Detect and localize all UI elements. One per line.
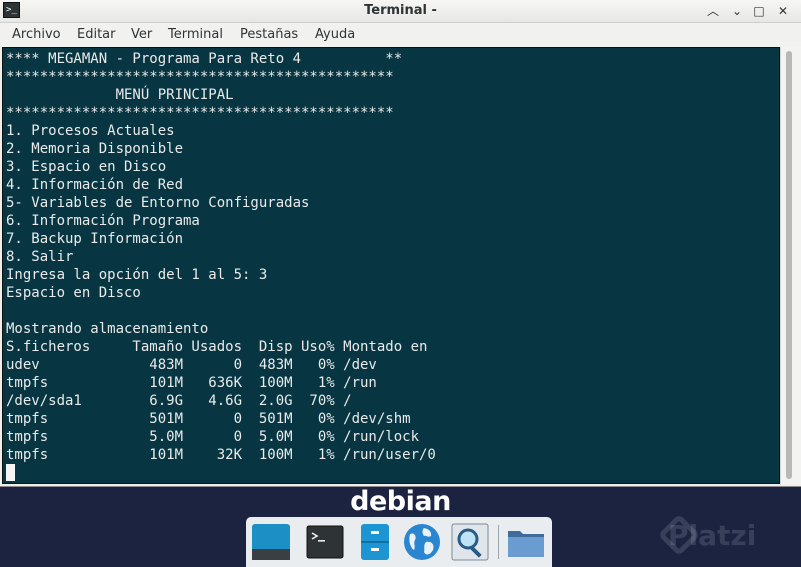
- menu-ver[interactable]: Ver: [131, 27, 152, 42]
- terminal-line: ****************************************…: [6, 105, 394, 121]
- window-title: Terminal -: [364, 3, 437, 18]
- terminal-line: Espacio en Disco: [6, 285, 141, 301]
- terminal-line: tmpfs 101M 32K 100M 1% /run/user/0: [6, 447, 436, 463]
- menu-ayuda[interactable]: Ayuda: [315, 27, 355, 42]
- scrollbar-thumb[interactable]: [786, 51, 792, 479]
- terminal-line: 7. Backup Información: [6, 231, 184, 247]
- menu-terminal[interactable]: Terminal: [168, 27, 223, 42]
- terminal-line: 6. Información Programa: [6, 213, 200, 229]
- terminal-line: 5- Variables de Entorno Configuradas: [6, 195, 310, 211]
- terminal-line: tmpfs 501M 0 501M 0% /dev/shm: [6, 411, 411, 427]
- menu-pestanas[interactable]: Pestañas: [240, 27, 298, 42]
- menu-bar: Archivo Editar Ver Terminal Pestañas Ayu…: [0, 23, 801, 47]
- close-button[interactable]: ✕: [774, 2, 792, 20]
- terminal-line: S.ficheros Tamaño Usados Disp Uso% Monta…: [6, 339, 428, 355]
- terminal-line: Ingresa la opción del 1 al 5: 3: [6, 267, 268, 283]
- terminal-area[interactable]: **** MEGAMAN - Programa Para Reto 4 ** *…: [2, 47, 780, 484]
- terminal-window: >_ Terminal - ︿ ⌄ □ ✕ Archivo Editar Ver…: [0, 0, 801, 487]
- dock-panel: [246, 517, 552, 567]
- vertical-scrollbar[interactable]: [780, 47, 801, 485]
- terminal-line: **** MEGAMAN - Programa Para Reto 4 **: [6, 51, 403, 67]
- show-desktop-icon[interactable]: [251, 522, 291, 562]
- terminal-line: 1. Procesos Actuales: [6, 123, 175, 139]
- terminal-line: 4. Información de Red: [6, 177, 184, 193]
- debian-logo: debian: [350, 486, 451, 517]
- app-finder-icon[interactable]: [450, 522, 490, 562]
- title-bar[interactable]: >_ Terminal - ︿ ⌄ □ ✕: [0, 0, 801, 23]
- web-browser-icon[interactable]: [402, 522, 442, 562]
- terminal-line: tmpfs 5.0M 0 5.0M 0% /run/lock: [6, 429, 420, 445]
- terminal-line: 2. Memoria Disponible: [6, 141, 184, 157]
- text-cursor: [6, 464, 15, 481]
- terminal-line: ****************************************…: [6, 69, 394, 85]
- minimize-button[interactable]: ⌄: [728, 2, 746, 20]
- terminal-icon[interactable]: [305, 522, 345, 562]
- menu-editar[interactable]: Editar: [77, 27, 116, 42]
- terminal-output: **** MEGAMAN - Programa Para Reto 4 ** *…: [6, 50, 436, 464]
- shade-button[interactable]: ︿: [704, 2, 722, 20]
- folder-icon[interactable]: [506, 522, 546, 562]
- maximize-button[interactable]: □: [750, 2, 768, 20]
- terminal-line: Mostrando almacenamiento: [6, 321, 209, 337]
- terminal-line: 8. Salir: [6, 249, 74, 265]
- terminal-line: udev 483M 0 483M 0% /dev: [6, 357, 377, 373]
- terminal-line: /dev/sda1 6.9G 4.6G 2.0G 70% /: [6, 393, 352, 409]
- terminal-line: MENÚ PRINCIPAL: [6, 87, 234, 103]
- dock-separator: [498, 525, 499, 559]
- platzi-watermark: Platzi: [668, 519, 757, 552]
- file-manager-icon[interactable]: [355, 522, 395, 562]
- terminal-line: 3. Espacio en Disco: [6, 159, 167, 175]
- menu-archivo[interactable]: Archivo: [12, 27, 61, 42]
- terminal-line: tmpfs 101M 636K 100M 1% /run: [6, 375, 377, 391]
